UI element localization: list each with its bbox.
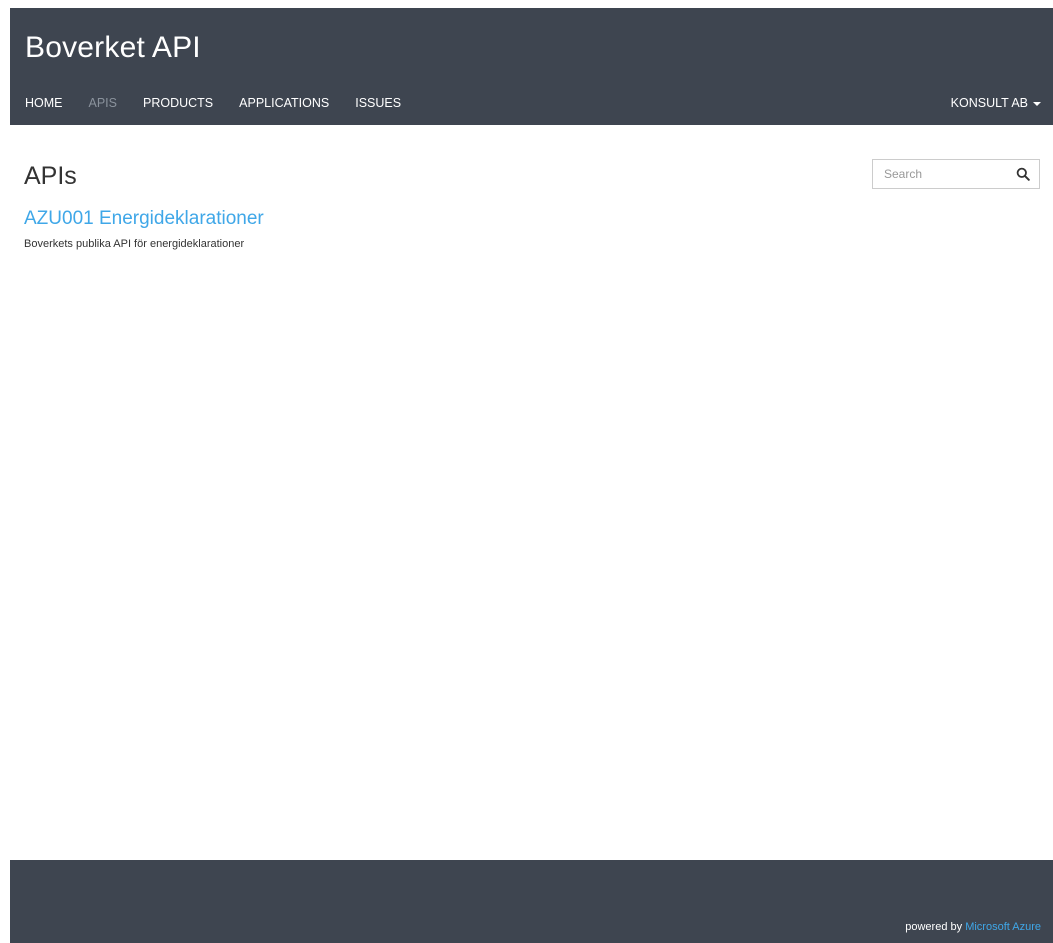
footer: powered by Microsoft Azure	[10, 860, 1053, 943]
api-description: Boverkets publika API för energideklarat…	[24, 238, 245, 250]
nav-issues[interactable]: ISSUES	[355, 96, 401, 110]
top-header: Boverket API HOME APIS PRODUCTS APPLICAT…	[10, 8, 1053, 125]
page: Boverket API HOME APIS PRODUCTS APPLICAT…	[0, 0, 1053, 943]
powered-by-prefix: powered by	[905, 921, 963, 933]
user-menu-label: KONSULT AB	[950, 96, 1028, 110]
api-list-item: AZU001 Energideklarationer Boverkets pub…	[24, 208, 264, 250]
nav-applications[interactable]: APPLICATIONS	[239, 96, 329, 110]
caret-down-icon	[1033, 101, 1041, 106]
powered-by: powered by Microsoft Azure	[905, 921, 1041, 933]
brand-title[interactable]: Boverket API	[25, 31, 201, 65]
nav-home[interactable]: HOME	[25, 96, 63, 110]
nav-products[interactable]: PRODUCTS	[143, 96, 213, 110]
page-title: APIs	[24, 162, 77, 190]
search-input[interactable]	[873, 161, 1019, 187]
nav-apis[interactable]: APIS	[89, 96, 118, 110]
search-box	[872, 159, 1040, 189]
user-menu-dropdown[interactable]: KONSULT AB	[951, 96, 1041, 110]
api-name-link[interactable]: AZU001 Energideklarationer	[24, 208, 264, 230]
search-icon[interactable]	[1016, 167, 1030, 181]
main-nav: HOME APIS PRODUCTS APPLICATIONS ISSUES	[25, 96, 427, 110]
microsoft-azure-link[interactable]: Microsoft Azure	[965, 921, 1041, 933]
